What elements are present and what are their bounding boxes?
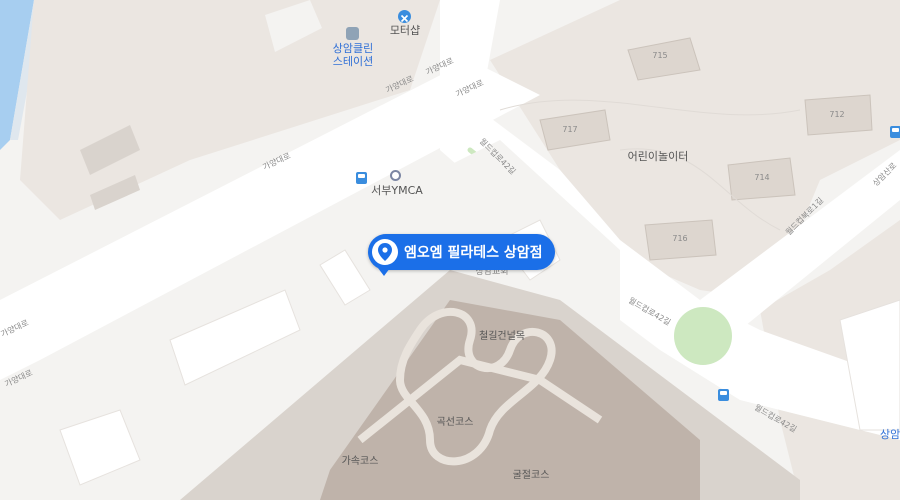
building-number: 714 [754, 173, 770, 182]
building-number: 712 [829, 110, 845, 119]
location-pin-icon [372, 239, 398, 265]
building-number: 716 [672, 234, 688, 243]
location-marker[interactable]: 엠오엠 필라테스 상암점 [368, 234, 555, 270]
station-icon[interactable] [346, 27, 359, 40]
poi-label-edge[interactable]: 상암 [880, 428, 900, 441]
poi-label-motor-shop[interactable]: 모터샵 [390, 24, 420, 37]
wrench-icon[interactable] [398, 10, 411, 23]
building-number: 717 [562, 125, 578, 134]
place-icon[interactable] [390, 170, 401, 181]
poi-label-ymca[interactable]: 서부YMCA [371, 184, 423, 197]
bus-stop-icon[interactable] [890, 126, 900, 138]
poi-label-bend-course[interactable]: 굴절코스 [513, 469, 550, 482]
map-canvas[interactable]: 715 717 712 714 716 가양대로 가양대로 가양대로 가양대로 … [0, 0, 900, 500]
roundabout-park [674, 307, 732, 365]
poi-label-iron-bridge[interactable]: 철길건널목 [479, 330, 525, 343]
poi-label-accel-course[interactable]: 가속코스 [342, 455, 379, 468]
bus-stop-icon[interactable] [718, 389, 729, 401]
poi-label-curve-course[interactable]: 곡선코스 [437, 416, 474, 429]
poi-label-clean-station-line1[interactable]: 상암클린 [333, 42, 373, 55]
bus-stop-icon[interactable] [356, 172, 367, 184]
poi-label-playground[interactable]: 어린이놀이터 [628, 150, 689, 163]
marker-label: 엠오엠 필라테스 상암점 [404, 245, 543, 261]
poi-label-clean-station-line2[interactable]: 스테이션 [333, 55, 373, 68]
marker-tail [378, 268, 390, 276]
building-number: 715 [652, 51, 668, 60]
